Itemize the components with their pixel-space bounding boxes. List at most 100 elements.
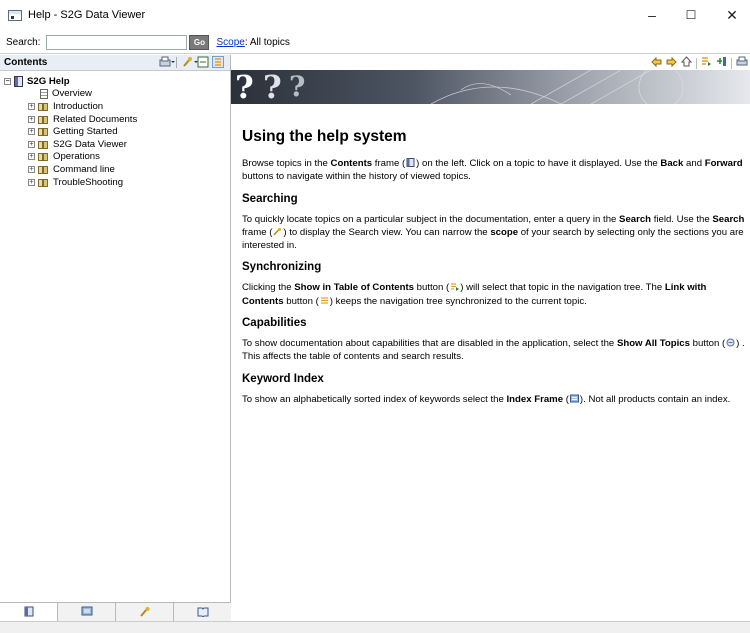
scope-area: Scope: All topics [216,37,289,48]
tree-item-label: Overview [52,88,92,100]
expand-icon[interactable]: + [28,115,35,123]
tree-item-overview[interactable]: Overview [40,88,230,101]
banner-question-mark: ? [289,70,306,103]
section-heading-capabilities: Capabilities [242,317,307,330]
collapse-icon[interactable]: − [4,77,11,85]
tab-search[interactable] [116,603,174,622]
index-frame-icon [569,394,579,403]
navigation-pane: Contents − S2G Help Overview + Introduct… [0,55,231,621]
tree-item-operations[interactable]: + Operations [28,151,230,164]
tree-item-s2g-data-viewer[interactable]: + S2G Data Viewer [28,138,230,151]
tree-root-label: S2G Help [27,75,70,87]
toolbar-separator [696,57,697,69]
book-icon [38,178,49,187]
help-book-icon [14,75,23,87]
contents-tab-icon [24,606,34,620]
search-scope-dropdown-icon[interactable] [182,56,198,68]
book-icon [38,102,49,111]
content-toolbar-icons [651,56,748,70]
go-button[interactable]: Go [189,34,210,50]
home-icon[interactable] [680,56,693,70]
expand-icon[interactable]: + [28,102,35,110]
bookmark-add-icon[interactable] [716,56,727,70]
maximize-button[interactable]: ☐ [673,0,709,30]
index-tab-icon [81,606,93,619]
scope-link[interactable]: Scope [216,37,244,48]
help-article: Using the help system Browse topics in t… [242,128,746,415]
content-toolbar [231,55,750,70]
divider [0,53,750,54]
expand-icon[interactable]: + [28,153,35,161]
section-heading-searching: Searching [242,192,298,205]
help-banner: ? ? ? [231,70,750,104]
print-dropdown-icon[interactable] [159,56,175,68]
banner-question-mark: ? [263,70,282,104]
section-heading-keyword-index: Keyword Index [242,372,324,385]
tree-item-command-line[interactable]: + Command line [28,163,230,176]
contents-toolbar [159,56,224,68]
back-icon[interactable] [651,56,662,70]
show-in-contents-icon[interactable] [701,56,712,70]
tree-item-label: Command line [53,163,115,175]
search-frame-icon [273,227,282,236]
expand-icon[interactable]: + [28,128,35,136]
tree-item-label: TroubleShooting [53,176,124,188]
tab-index[interactable] [58,603,116,622]
tree-item-getting-started[interactable]: + Getting Started [28,125,230,138]
searching-paragraph: To quickly locate topics on a particular… [242,213,745,252]
toolbar-separator [731,57,732,69]
book-icon [38,127,49,137]
capabilities-paragraph: To show documentation about capabilities… [242,338,745,363]
tree-item-label: S2G Data Viewer [53,138,127,150]
window-title: Help - S2G Data Viewer [28,9,146,21]
show-all-topics-icon [726,338,735,347]
bookmarks-tab-icon [197,606,209,620]
expand-icon[interactable]: + [28,178,35,186]
collapse-all-icon[interactable] [197,56,209,68]
tree-item-label: Related Documents [53,113,138,125]
scope-value: : All topics [244,36,290,48]
close-button[interactable]: ✕ [714,0,750,30]
link-with-contents-icon [320,296,329,305]
tree-item-introduction[interactable]: + Introduction [28,100,230,113]
show-in-contents-icon [450,282,460,292]
intro-paragraph: Browse topics in the Contents frame () o… [242,158,743,183]
tree-item-label: Operations [53,151,100,163]
synchronizing-paragraph: Clicking the Show in Table of Contents b… [242,282,707,307]
book-icon [38,140,49,149]
page-icon [40,88,48,99]
forward-icon[interactable] [666,56,677,70]
status-bar [0,621,750,633]
expand-icon[interactable]: + [28,165,35,173]
banner-graphic [430,70,684,104]
page-title: Using the help system [242,128,407,145]
expand-icon[interactable]: + [28,140,35,148]
print-icon[interactable] [736,56,748,70]
tree-item-related-documents[interactable]: + Related Documents [28,113,230,126]
toolbar-separator [176,56,177,68]
view-tabs [0,602,231,622]
contents-header: Contents [0,55,230,71]
contents-tree: − S2G Help Overview + Introduction + Rel… [0,71,230,188]
section-heading-synchronizing: Synchronizing [242,261,322,274]
book-icon [38,115,49,124]
tree-item-label: Introduction [53,100,104,112]
search-bar: Search: Go Scope: All topics [0,32,750,52]
tab-bookmarks[interactable] [174,603,231,622]
search-input[interactable] [46,34,188,50]
minimize-button[interactable]: – [634,0,670,30]
tree-root[interactable]: − S2G Help [4,75,230,88]
book-icon [38,165,49,174]
search-label: Search: [6,36,41,48]
content-pane: ? ? ? Using the help system Browse topic… [231,55,750,621]
link-with-contents-icon[interactable] [212,56,224,68]
banner-question-mark: ? [235,70,254,104]
tree-item-label: Getting Started [53,126,118,138]
book-icon [38,152,49,162]
search-tab-icon [139,606,151,620]
tree-item-troubleshooting[interactable]: + TroubleShooting [28,176,230,189]
contents-title: Contents [4,57,48,68]
app-window-icon [8,9,22,21]
contents-frame-icon [406,158,415,167]
tab-contents[interactable] [0,603,58,622]
